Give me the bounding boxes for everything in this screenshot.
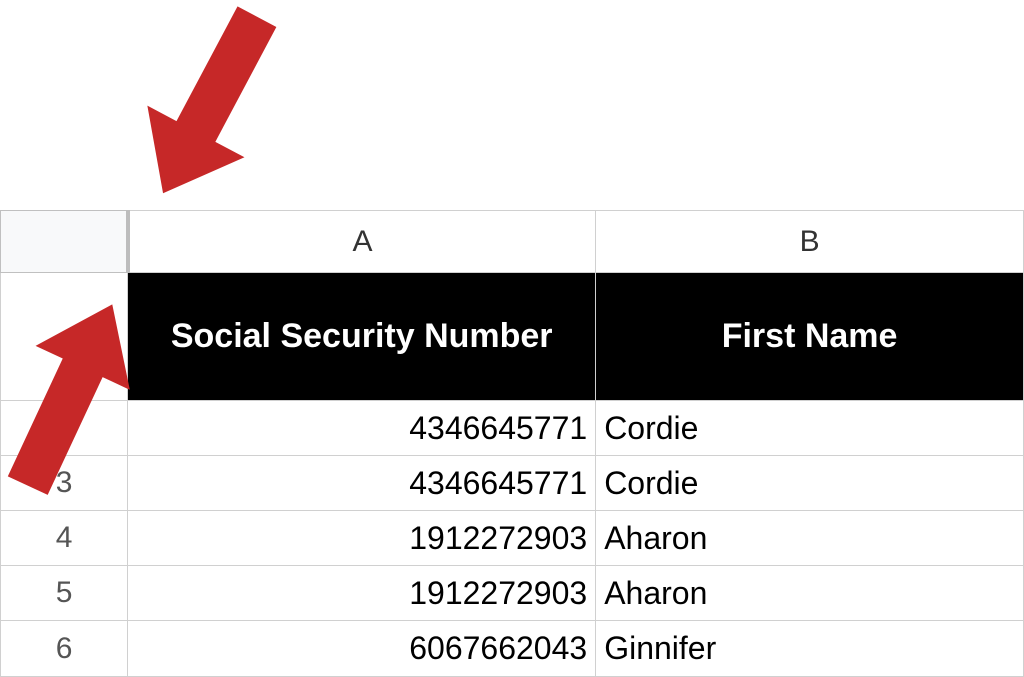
header-text: Social Security Number xyxy=(171,317,553,355)
row-number: 5 xyxy=(56,576,73,609)
header-cell-ssn[interactable]: Social Security Number xyxy=(128,273,596,401)
row-header[interactable]: 5 xyxy=(1,566,128,621)
column-label: A xyxy=(352,225,372,258)
row-number: 4 xyxy=(56,521,73,554)
cell-value: 4346645771 xyxy=(409,410,587,446)
annotation-arrow-up-icon xyxy=(0,280,150,510)
cell[interactable]: Aharon xyxy=(596,566,1024,621)
header-text: First Name xyxy=(722,317,898,355)
cell[interactable]: 4346645771 xyxy=(128,456,596,511)
cell[interactable]: 1912272903 xyxy=(128,566,596,621)
cell-value: Cordie xyxy=(604,465,698,501)
cell-value: Cordie xyxy=(604,410,698,446)
grid-table: A B Social Security Number First Name 2 … xyxy=(0,210,1024,677)
cell[interactable]: Cordie xyxy=(596,456,1024,511)
header-cell-firstname[interactable]: First Name xyxy=(596,273,1024,401)
cell[interactable]: 1912272903 xyxy=(128,511,596,566)
cell[interactable]: Aharon xyxy=(596,511,1024,566)
row-header[interactable]: 6 xyxy=(1,621,128,677)
cell-value: 1912272903 xyxy=(409,575,587,611)
row-header[interactable]: 4 xyxy=(1,511,128,566)
cell-value: 6067662043 xyxy=(409,630,587,666)
row-number: 6 xyxy=(56,632,73,665)
cell-value: Aharon xyxy=(604,520,707,556)
cell-value: 1912272903 xyxy=(409,520,587,556)
cell[interactable]: 4346645771 xyxy=(128,401,596,456)
column-label: B xyxy=(800,225,820,258)
cell-value: Aharon xyxy=(604,575,707,611)
annotation-arrow-down-icon xyxy=(120,0,300,220)
spreadsheet-grid: A B Social Security Number First Name 2 … xyxy=(0,210,1024,677)
cell-value: 4346645771 xyxy=(409,465,587,501)
cell-value: Ginnifer xyxy=(604,630,716,666)
cell[interactable]: Cordie xyxy=(596,401,1024,456)
cell[interactable]: Ginnifer xyxy=(596,621,1024,677)
select-all-corner[interactable] xyxy=(1,211,128,273)
cell[interactable]: 6067662043 xyxy=(128,621,596,677)
column-header-b[interactable]: B xyxy=(596,211,1024,273)
